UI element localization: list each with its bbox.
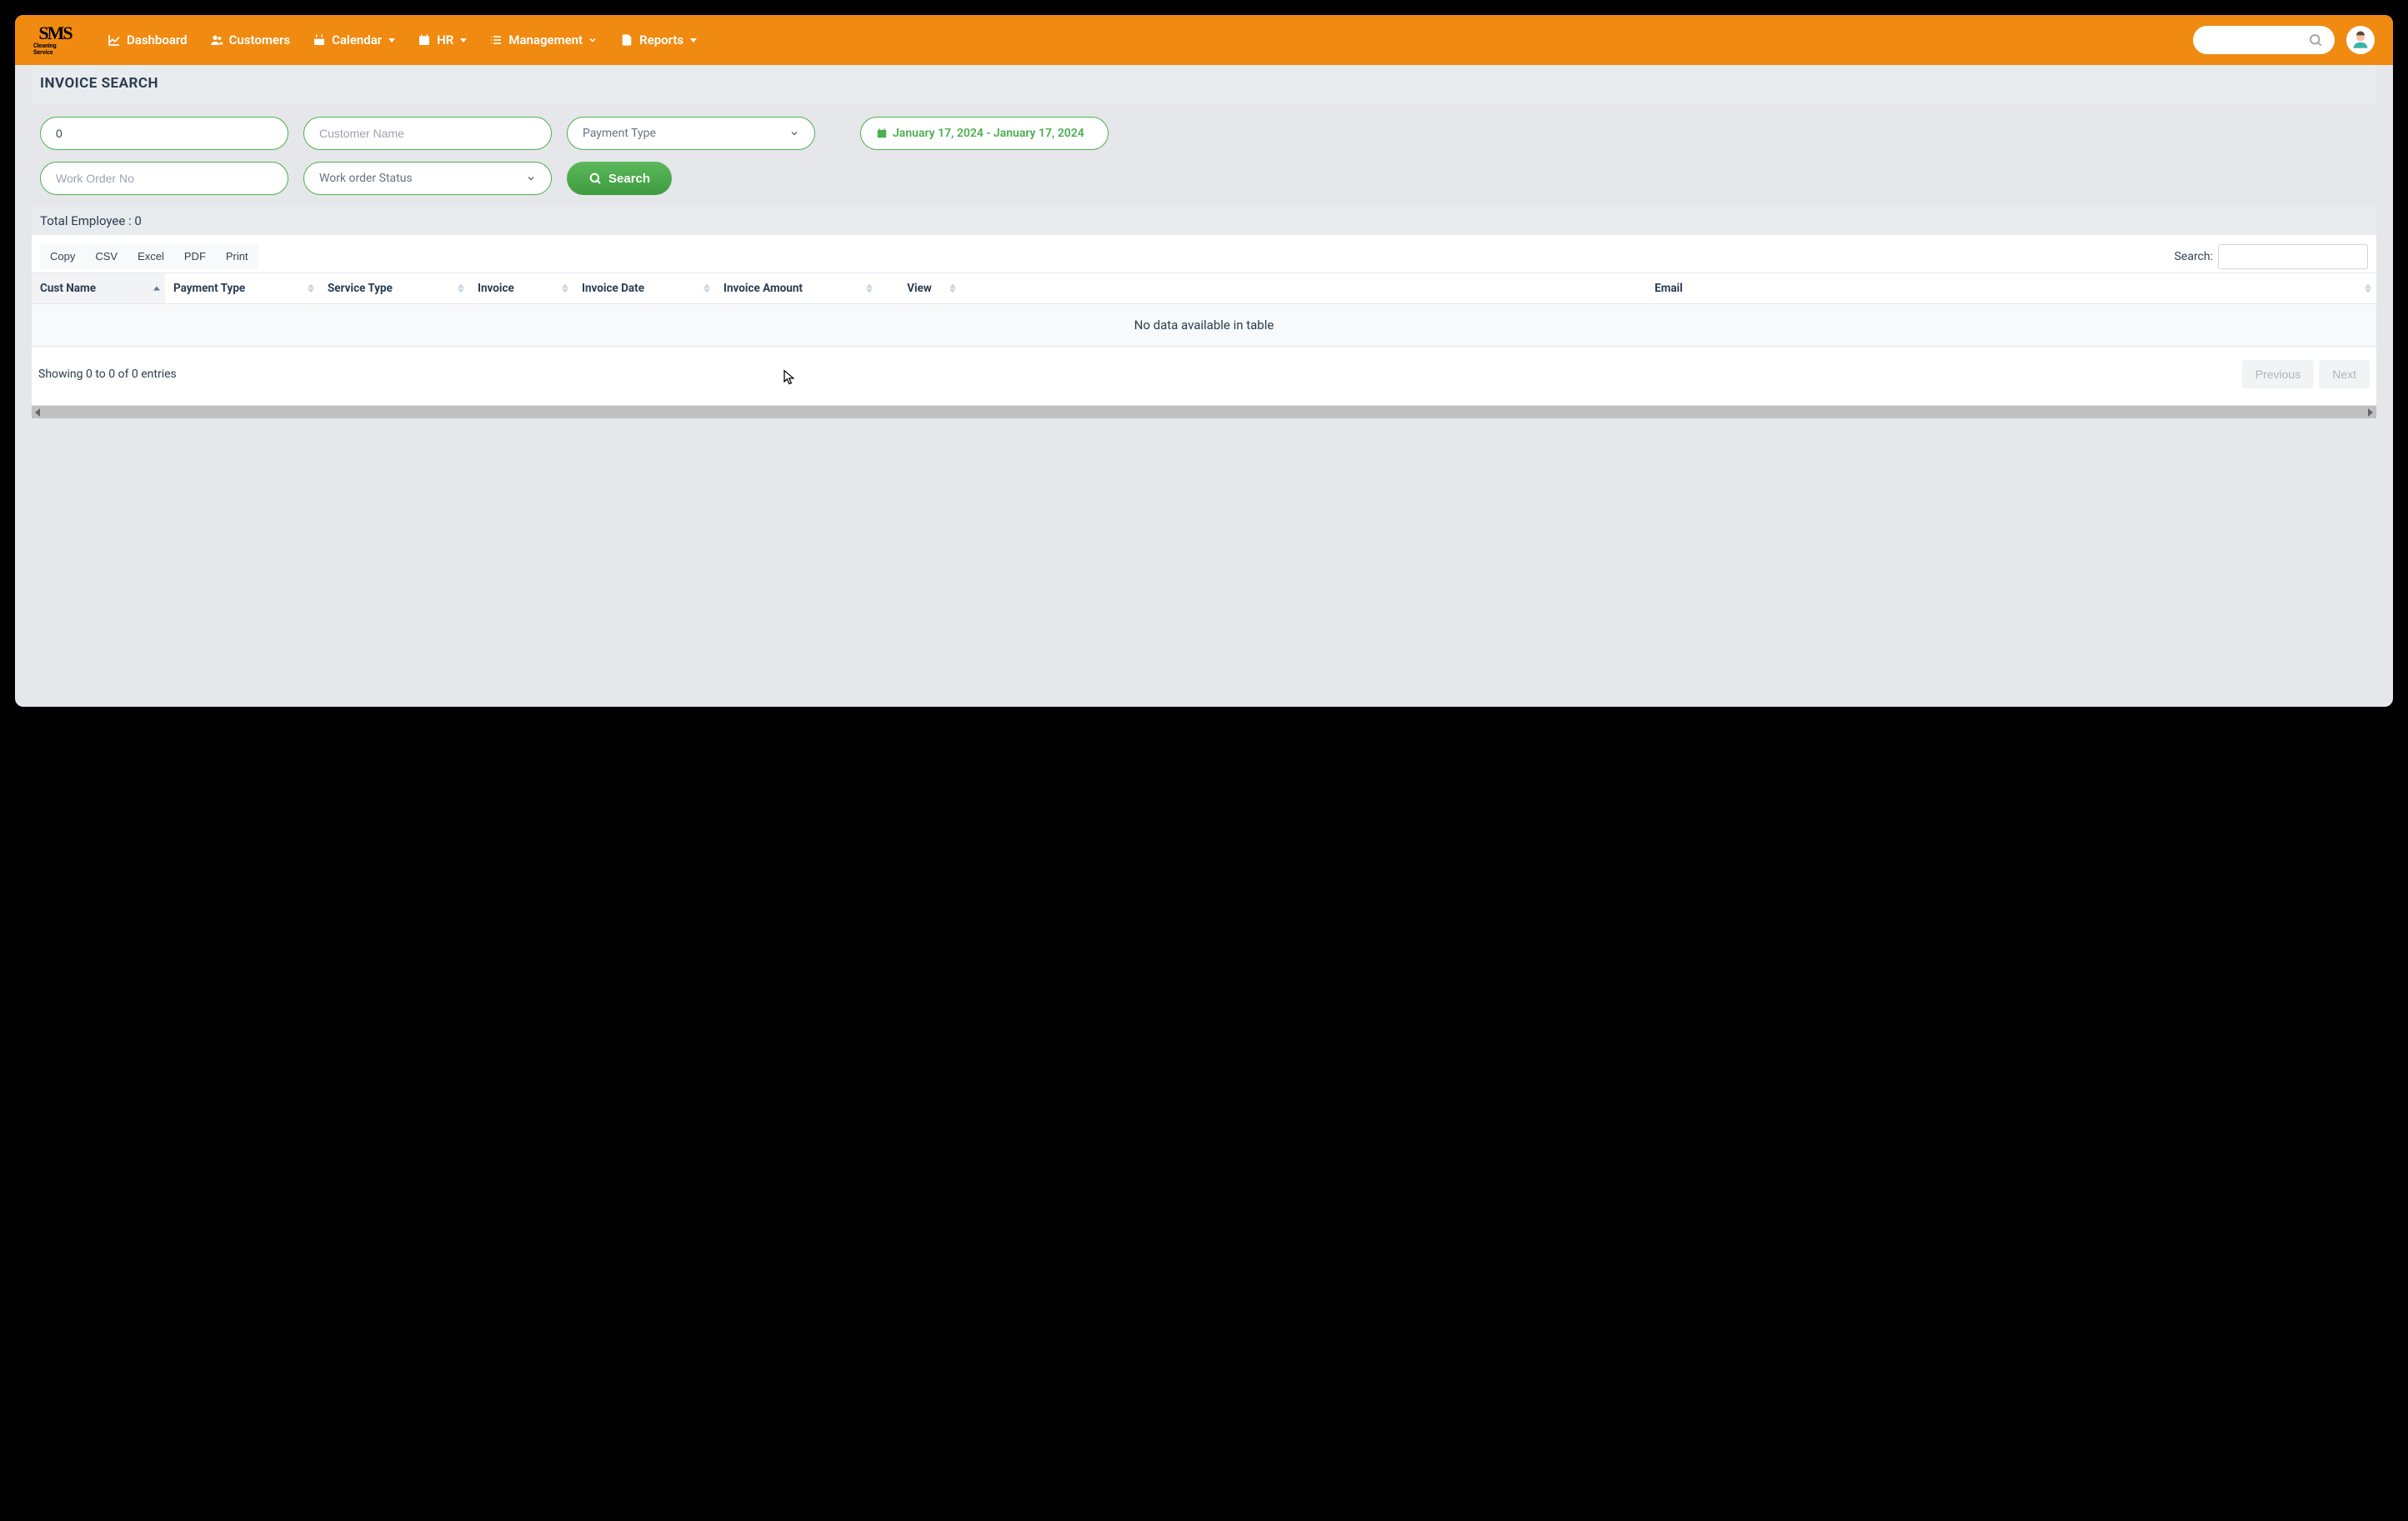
col-label: View	[907, 282, 932, 295]
global-search[interactable]	[2193, 26, 2335, 54]
page-title: INVOICE SEARCH	[40, 75, 2368, 92]
col-cust-name[interactable]: Cust Name	[32, 273, 165, 304]
table-search-input[interactable]	[2218, 244, 2368, 269]
col-invoice[interactable]: Invoice	[469, 273, 573, 304]
search-button[interactable]: Search	[567, 162, 672, 195]
customer-name-input[interactable]	[303, 117, 552, 150]
nav-label: HR	[437, 33, 453, 48]
export-pdf-button[interactable]: PDF	[174, 243, 216, 269]
col-label: Service Type	[328, 282, 393, 295]
col-label: Invoice Amount	[723, 282, 803, 295]
work-order-no-input[interactable]	[40, 162, 288, 195]
table-search: Search:	[2175, 244, 2368, 269]
showing-entries: Showing 0 to 0 of 0 entries	[38, 368, 177, 381]
table-toolbar: Copy CSV Excel PDF Print Search:	[32, 243, 2376, 273]
total-employee-bar: Total Employee : 0	[32, 207, 2376, 235]
list-icon	[488, 33, 503, 47]
invoice-number-field[interactable]	[56, 127, 273, 140]
user-avatar[interactable]	[2346, 26, 2375, 54]
results-card: Copy CSV Excel PDF Print Search: Cust Na…	[32, 235, 2376, 405]
logo-subtext: Cleaning Service	[33, 43, 77, 56]
work-order-no-field[interactable]	[56, 172, 273, 185]
sort-icon	[562, 284, 568, 293]
calendar-icon	[417, 33, 432, 47]
nav-right	[2193, 26, 2375, 54]
col-invoice-amount[interactable]: Invoice Amount	[715, 273, 878, 304]
export-print-button[interactable]: Print	[216, 243, 258, 269]
col-invoice-date[interactable]: Invoice Date	[573, 273, 715, 304]
col-label: Email	[1655, 282, 1683, 295]
col-email[interactable]: Email	[961, 273, 2376, 304]
nav-dashboard[interactable]: Dashboard	[107, 33, 188, 48]
chart-line-icon	[107, 33, 122, 47]
customer-name-field[interactable]	[319, 127, 536, 140]
filter-row-2: Work order Status Search	[40, 162, 2368, 195]
users-icon	[209, 33, 224, 47]
nav-label: Customers	[229, 33, 290, 48]
prev-button[interactable]: Previous	[2242, 360, 2314, 388]
export-csv-button[interactable]: CSV	[85, 243, 128, 269]
date-range-picker[interactable]: January 17, 2024 - January 17, 2024	[860, 117, 1109, 150]
export-copy-button[interactable]: Copy	[40, 243, 85, 269]
sort-icon	[949, 284, 956, 293]
search-button-label: Search	[608, 172, 650, 186]
sort-icon	[153, 287, 160, 291]
nav-hr[interactable]: HR	[417, 33, 467, 48]
table-search-label: Search:	[2175, 250, 2213, 263]
col-service-type[interactable]: Service Type	[319, 273, 469, 304]
nav-calendar[interactable]: Calendar	[312, 33, 395, 48]
payment-type-label: Payment Type	[583, 127, 656, 140]
logo[interactable]: SMS Cleaning Service	[33, 22, 77, 58]
no-data-message: No data available in table	[32, 304, 2376, 347]
sort-icon	[2365, 284, 2371, 293]
col-label: Invoice	[478, 282, 514, 295]
file-icon	[619, 33, 634, 47]
export-excel-button[interactable]: Excel	[128, 243, 174, 269]
chevron-down-icon	[526, 173, 536, 183]
nav-label: Reports	[639, 33, 683, 48]
no-data-row: No data available in table	[32, 304, 2376, 347]
sort-icon	[703, 284, 710, 293]
work-order-status-select[interactable]: Work order Status	[303, 162, 552, 195]
filter-row-1: Payment Type January 17, 2024 - January …	[40, 117, 2368, 150]
caret-down-icon	[690, 38, 697, 43]
search-icon	[2308, 33, 2323, 48]
horizontal-scrollbar[interactable]	[32, 405, 2376, 418]
search-icon	[588, 172, 602, 185]
caret-down-icon	[388, 38, 395, 43]
work-order-status-label: Work order Status	[319, 172, 413, 185]
chevron-down-icon	[588, 35, 598, 45]
nav-customers[interactable]: Customers	[209, 33, 290, 48]
sort-icon	[866, 284, 873, 293]
pagination: Previous Next	[2242, 360, 2370, 388]
page-title-bar: INVOICE SEARCH	[32, 65, 2376, 103]
nav-label: Management	[508, 33, 583, 48]
nav-label: Calendar	[332, 33, 382, 48]
caret-down-icon	[460, 38, 467, 43]
logo-text: SMS	[38, 24, 71, 43]
nav-label: Dashboard	[127, 33, 188, 48]
next-button[interactable]: Next	[2319, 360, 2370, 388]
table-footer: Showing 0 to 0 of 0 entries Previous Nex…	[32, 347, 2376, 392]
export-buttons: Copy CSV Excel PDF Print	[40, 243, 258, 269]
col-label: Invoice Date	[582, 282, 644, 295]
col-label: Cust Name	[40, 282, 96, 295]
col-view[interactable]: View	[878, 273, 961, 304]
col-payment-type[interactable]: Payment Type	[165, 273, 319, 304]
nav-links: Dashboard Customers Calendar HR Manageme…	[107, 33, 697, 48]
invoice-number-input[interactable]	[40, 117, 288, 150]
calendar-icon	[312, 33, 327, 47]
calendar-icon	[876, 128, 888, 139]
nav-management[interactable]: Management	[488, 33, 598, 48]
sort-icon	[308, 284, 314, 293]
payment-type-select[interactable]: Payment Type	[567, 117, 815, 150]
nav-reports[interactable]: Reports	[619, 33, 697, 48]
date-range-text: January 17, 2024 - January 17, 2024	[893, 127, 1084, 140]
navbar: SMS Cleaning Service Dashboard Customers…	[15, 15, 2393, 65]
avatar-icon	[2349, 28, 2372, 52]
results-table: Cust Name Payment Type Service Type	[32, 273, 2376, 347]
col-label: Payment Type	[173, 282, 245, 295]
chevron-down-icon	[789, 128, 799, 138]
sort-icon	[458, 284, 464, 293]
